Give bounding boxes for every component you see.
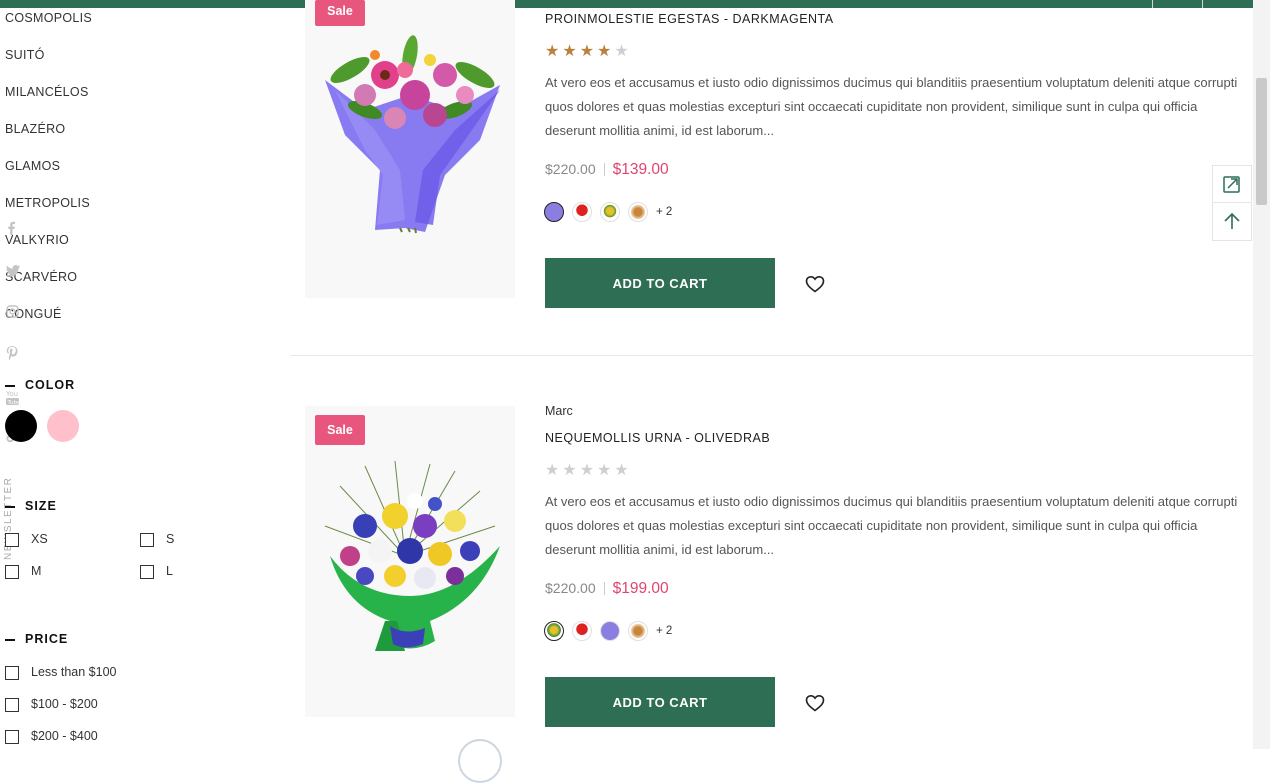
product-rating: ★★★★★: [545, 460, 632, 480]
star-icon: ★: [545, 43, 563, 60]
variant-swatch[interactable]: [572, 202, 592, 222]
scrollbar-thumb[interactable]: [1256, 78, 1267, 205]
variant-swatch[interactable]: [628, 621, 648, 641]
size-filter-header[interactable]: SIZE: [5, 499, 57, 513]
variant-swatches: + 2: [544, 202, 672, 224]
product-image[interactable]: [305, 406, 515, 717]
product-description: At vero eos et accusamus et iusto odio d…: [545, 75, 1238, 138]
product-rating: ★★★★★: [545, 41, 632, 61]
checkbox[interactable]: [5, 565, 19, 579]
heart-icon[interactable]: [805, 694, 825, 712]
more-variants[interactable]: + 2: [656, 206, 672, 218]
star-icon: ★: [562, 43, 580, 60]
variant-swatch[interactable]: [544, 202, 564, 222]
price-separator: [603, 582, 605, 596]
brand-item[interactable]: SUITÓ: [5, 48, 45, 62]
heart-icon[interactable]: [805, 275, 825, 293]
variant-swatch[interactable]: [600, 202, 620, 222]
add-to-cart-button[interactable]: ADD TO CART: [545, 677, 775, 727]
star-icon: ★: [597, 462, 615, 479]
twitter-icon[interactable]: [6, 265, 20, 277]
facebook-icon[interactable]: [6, 221, 16, 235]
color-swatch-black[interactable]: [5, 410, 37, 442]
product-vendor[interactable]: Marc: [545, 404, 573, 418]
brand-item[interactable]: METROPOLIS: [5, 196, 90, 210]
star-icon: ★: [579, 462, 598, 479]
price-separator: [603, 163, 605, 177]
checkbox[interactable]: [140, 533, 154, 547]
brand-item[interactable]: COSMOPOLIS: [5, 11, 92, 25]
color-filter-header[interactable]: COLOR: [5, 378, 75, 392]
brand-item[interactable]: MILANCÉLOS: [5, 85, 89, 99]
star-icon: ★: [545, 462, 563, 479]
star-icon: ★: [579, 43, 598, 60]
product-name[interactable]: PROINMOLESTIE EGESTAS - DARKMAGENTA: [545, 12, 834, 26]
product-divider: [290, 355, 1253, 356]
old-price: $220.00: [545, 161, 596, 177]
product-description: At vero eos et accusamus et iusto odio d…: [545, 494, 1238, 557]
brand-item[interactable]: BLAZÉRO: [5, 122, 65, 136]
sale-badge: Sale: [315, 0, 365, 26]
star-icon: ★: [614, 43, 632, 60]
sale-price: $199.00: [612, 580, 669, 597]
floating-toolbar: [1212, 165, 1252, 241]
star-icon: ★: [597, 43, 615, 60]
quick-view-button[interactable]: [458, 739, 502, 783]
compare-icon[interactable]: [1213, 166, 1251, 203]
header-bar: [0, 0, 1253, 8]
arrow-up-icon[interactable]: [1213, 203, 1251, 239]
sale-price: $139.00: [612, 161, 669, 178]
star-icon: ★: [562, 462, 580, 479]
checkbox[interactable]: [5, 730, 19, 744]
variant-swatch[interactable]: [544, 621, 564, 641]
checkbox[interactable]: [5, 698, 19, 712]
collapse-icon: [5, 505, 15, 508]
collapse-icon: [5, 638, 15, 641]
header-divider: [1202, 0, 1203, 8]
header-divider: [1152, 0, 1153, 8]
newsletter-label: NEWSLETTER: [3, 476, 14, 560]
newsletter-tab[interactable]: NEWSLETTER: [3, 476, 19, 560]
variant-swatch[interactable]: [600, 621, 620, 641]
product-price: $220.00 $199.00: [545, 580, 669, 598]
product-name[interactable]: NEQUEMOLLIS URNA - OLIVEDRAB: [545, 431, 770, 445]
old-price: $220.00: [545, 580, 596, 596]
price-filter-header[interactable]: PRICE: [5, 632, 68, 646]
variant-swatch[interactable]: [572, 621, 592, 641]
add-to-cart-button[interactable]: ADD TO CART: [545, 258, 775, 308]
variant-swatch[interactable]: [628, 202, 648, 222]
variant-swatches: + 2: [544, 621, 672, 643]
checkbox[interactable]: [5, 533, 19, 547]
instagram-icon[interactable]: [6, 305, 19, 318]
checkbox[interactable]: [140, 565, 154, 579]
brand-item[interactable]: VALKYRIO: [5, 233, 69, 247]
svg-text:Tube: Tube: [7, 400, 20, 406]
more-variants[interactable]: + 2: [656, 625, 672, 637]
color-swatch-pink[interactable]: [47, 410, 79, 442]
collapse-icon: [5, 384, 15, 387]
product-image[interactable]: [305, 0, 515, 298]
pinterest-icon[interactable]: [6, 346, 18, 360]
star-icon: ★: [614, 462, 632, 479]
brand-item[interactable]: GLAMOS: [5, 159, 60, 173]
product-price: $220.00 $139.00: [545, 161, 669, 179]
checkbox[interactable]: [5, 666, 19, 680]
sale-badge: Sale: [315, 415, 365, 445]
